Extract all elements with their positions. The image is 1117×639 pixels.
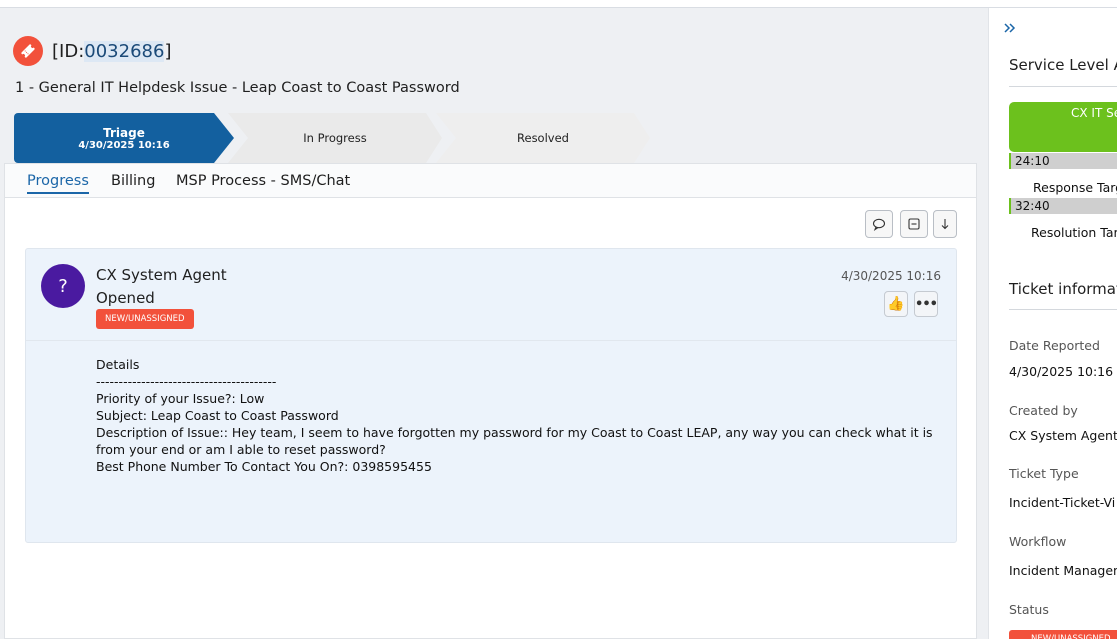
arrow-down-icon [941,219,949,230]
thumbs-up-icon: 👍 [887,296,905,312]
more-dots-icon: ••• [915,296,938,312]
ticket-type-value[interactable]: Incident-Ticket-Vi [1009,495,1115,510]
collapse-all-button[interactable] [900,210,928,238]
stage-in-progress[interactable]: In Progress [228,113,442,163]
stage-triage[interactable]: Triage 4/30/2025 10:16 [14,113,234,163]
sla-status-box: CX IT Se [1009,102,1117,152]
collapse-icon [908,218,920,230]
activity-panel: Progress Billing MSP Process - SMS/Chat … [4,163,977,639]
status-label: Status [1009,602,1049,617]
entry-action: Opened [96,289,155,307]
entry-date: 4/30/2025 10:16 [841,269,941,283]
details-line: Best Phone Number To Contact You On?: 03… [96,459,432,474]
created-by-label: Created by [1009,403,1078,418]
status-value-badge[interactable]: NEW/UNASSIGNED [1009,630,1117,639]
details-line: Description of Issue:: Hey team, I seem … [96,425,937,457]
details-line: Priority of your Issue?: Low [96,391,265,406]
right-sidebar: Service Level A CX IT Se 24:10 Response … [988,8,1117,639]
divider [26,340,956,341]
sort-down-button[interactable] [933,210,957,238]
stage-date: 4/30/2025 10:16 [78,139,170,151]
like-button[interactable]: 👍 [884,291,908,317]
date-reported-value: 4/30/2025 10:16 [1009,364,1114,379]
details-line: ---------------------------------------- [96,374,277,389]
ticket-id: [ID:0032686] [52,41,171,62]
more-options-button[interactable]: ••• [914,291,938,317]
double-chevron-right-icon[interactable] [1003,20,1017,39]
resolution-target-label: Resolution Targ [1031,225,1117,240]
stage-label: Resolved [517,131,569,145]
sla-heading: Service Level A [1009,56,1117,74]
ticket-title: 1 - General IT Helpdesk Issue - Leap Coa… [15,80,460,96]
tab-billing[interactable]: Billing [111,173,155,189]
divider [1009,86,1117,87]
created-by-value: CX System Agent [1009,428,1117,443]
ticket-icon [13,36,43,66]
details-line: Details [96,357,140,372]
workflow-stages: Triage 4/30/2025 10:16 In Progress Resol… [14,113,664,163]
top-bar [0,0,1117,8]
ticket-id-suffix: ] [164,41,172,62]
stage-resolved[interactable]: Resolved [436,113,650,163]
ticket-info-heading: Ticket informat [1009,280,1117,298]
resolution-timer-bar: 32:40 [1009,198,1117,214]
workflow-label: Workflow [1009,534,1067,549]
tab-progress[interactable]: Progress [27,173,89,194]
ticket-type-label: Ticket Type [1009,466,1079,481]
workflow-value[interactable]: Incident Managen [1009,563,1117,578]
comment-button[interactable] [865,210,893,238]
ticket-id-prefix: [ID: [52,41,85,62]
response-target-label: Response Targ [1033,180,1117,195]
divider [1009,309,1117,310]
avatar: ? [41,264,85,308]
comment-icon [872,218,886,231]
activity-entry: ? CX System Agent Opened NEW/UNASSIGNED … [25,248,957,543]
entry-details: Details --------------------------------… [96,356,946,475]
ticket-id-number: 0032686 [84,41,165,62]
stage-label: In Progress [303,131,367,145]
stage-label: Triage [103,125,145,140]
details-line: Subject: Leap Coast to Coast Password [96,408,339,423]
entry-author: CX System Agent [96,266,227,284]
tab-bar: Progress Billing MSP Process - SMS/Chat [5,164,976,198]
status-badge: NEW/UNASSIGNED [96,309,194,329]
date-reported-label: Date Reported [1009,338,1100,353]
response-timer-bar: 24:10 [1009,153,1117,169]
tab-msp-process-sms-chat[interactable]: MSP Process - SMS/Chat [176,173,350,189]
